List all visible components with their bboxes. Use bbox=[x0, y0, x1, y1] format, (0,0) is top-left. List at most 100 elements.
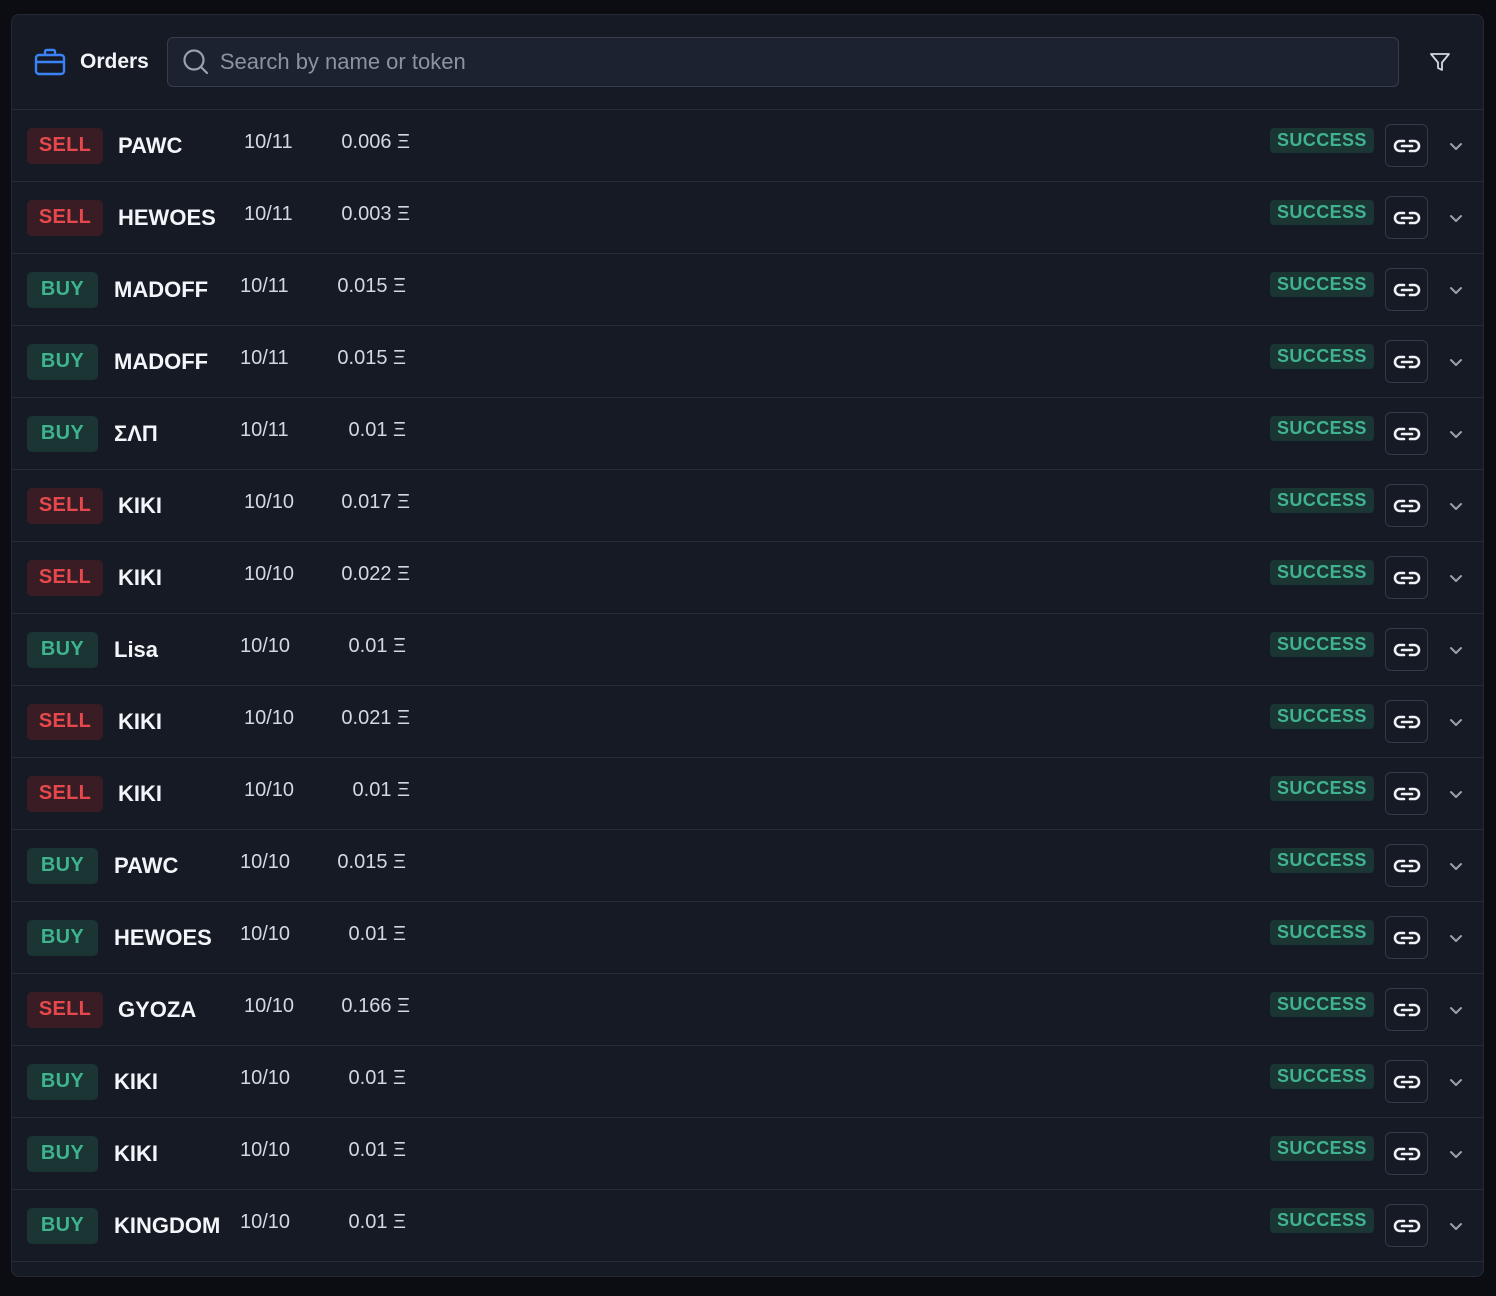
chevron-down-icon bbox=[1449, 718, 1463, 727]
status-badge: SUCCESS bbox=[1270, 416, 1374, 441]
link-button[interactable] bbox=[1385, 340, 1428, 383]
expand-button[interactable] bbox=[1444, 496, 1468, 516]
expand-button[interactable] bbox=[1444, 640, 1468, 660]
search-input[interactable] bbox=[219, 38, 1384, 86]
expand-button[interactable] bbox=[1444, 352, 1468, 372]
order-amount: 0.006 Ξ bbox=[341, 131, 410, 153]
status-badge: SUCCESS bbox=[1270, 1208, 1374, 1233]
orders-header: Orders bbox=[12, 15, 1483, 110]
link-button[interactable] bbox=[1385, 1204, 1428, 1247]
side-badge: SELL bbox=[27, 127, 103, 164]
link-icon bbox=[1393, 1145, 1421, 1163]
order-row[interactable]: BUY HEWOES 10/10 0.01 Ξ SUCCESS bbox=[12, 902, 1483, 974]
side-badge: BUY bbox=[27, 415, 98, 452]
link-icon bbox=[1393, 785, 1421, 803]
order-row[interactable]: SELL GYOZA 10/10 0.166 Ξ SUCCESS bbox=[12, 974, 1483, 1046]
expand-button[interactable] bbox=[1444, 1216, 1468, 1236]
side-badge: SELL bbox=[27, 487, 103, 524]
filter-icon[interactable] bbox=[1425, 47, 1455, 77]
order-amount: 0.01 Ξ bbox=[348, 419, 406, 441]
link-button[interactable] bbox=[1385, 628, 1428, 671]
order-date: 10/11 bbox=[240, 347, 289, 369]
expand-button[interactable] bbox=[1444, 568, 1468, 588]
expand-button[interactable] bbox=[1444, 712, 1468, 732]
status-badge: SUCCESS bbox=[1270, 992, 1374, 1017]
order-row[interactable]: BUY PAWC 10/10 0.015 Ξ SUCCESS bbox=[12, 830, 1483, 902]
status-badge: SUCCESS bbox=[1270, 344, 1374, 369]
link-icon bbox=[1393, 209, 1421, 227]
search-icon bbox=[182, 48, 210, 76]
link-button[interactable] bbox=[1385, 556, 1428, 599]
status-badge: SUCCESS bbox=[1270, 1136, 1374, 1161]
side-badge: BUY bbox=[27, 271, 98, 308]
order-row[interactable]: SELL KIKI 10/10 0.022 Ξ SUCCESS bbox=[12, 542, 1483, 614]
page-title: Orders bbox=[80, 50, 149, 73]
side-badge: BUY bbox=[27, 343, 98, 380]
chevron-down-icon bbox=[1449, 1222, 1463, 1231]
expand-button[interactable] bbox=[1444, 856, 1468, 876]
chevron-down-icon bbox=[1449, 358, 1463, 367]
side-badge: BUY bbox=[27, 1063, 98, 1100]
link-icon bbox=[1393, 1217, 1421, 1235]
order-row[interactable]: BUY KINGDOM 10/10 0.01 Ξ SUCCESS bbox=[12, 1190, 1483, 1262]
order-date: 10/10 bbox=[244, 491, 295, 513]
order-row[interactable]: SELL KIKI 10/10 0.01 Ξ SUCCESS bbox=[12, 758, 1483, 830]
expand-button[interactable] bbox=[1444, 928, 1468, 948]
order-date: 10/11 bbox=[244, 203, 293, 225]
order-row[interactable]: BUY KIKI 10/10 0.01 Ξ SUCCESS bbox=[12, 1046, 1483, 1118]
expand-button[interactable] bbox=[1444, 784, 1468, 804]
link-button[interactable] bbox=[1385, 916, 1428, 959]
expand-button[interactable] bbox=[1444, 1072, 1468, 1092]
token-name: HEWOES bbox=[118, 204, 216, 230]
status-badge: SUCCESS bbox=[1270, 560, 1374, 585]
link-icon bbox=[1393, 641, 1421, 659]
order-row[interactable]: SELL HEWOES 10/11 0.003 Ξ SUCCESS bbox=[12, 182, 1483, 254]
chevron-down-icon bbox=[1449, 1150, 1463, 1159]
order-row[interactable]: BUY ΣΛΠ 10/11 0.01 Ξ SUCCESS bbox=[12, 398, 1483, 470]
order-row[interactable]: BUY KIKI 10/10 0.01 Ξ SUCCESS bbox=[12, 1118, 1483, 1190]
order-date: 10/10 bbox=[240, 635, 291, 657]
order-row[interactable]: BUY Lisa 10/10 0.01 Ξ SUCCESS bbox=[12, 614, 1483, 686]
expand-button[interactable] bbox=[1444, 208, 1468, 228]
expand-button[interactable] bbox=[1444, 136, 1468, 156]
link-button[interactable] bbox=[1385, 844, 1428, 887]
chevron-down-icon bbox=[1449, 286, 1463, 295]
link-button[interactable] bbox=[1385, 1132, 1428, 1175]
order-date: 10/10 bbox=[240, 1067, 291, 1089]
expand-button[interactable] bbox=[1444, 424, 1468, 444]
token-name: MADOFF bbox=[114, 276, 209, 302]
status-badge: SUCCESS bbox=[1270, 200, 1374, 225]
order-row[interactable]: SELL KIKI 10/10 0.021 Ξ SUCCESS bbox=[12, 686, 1483, 758]
status-badge: SUCCESS bbox=[1270, 776, 1374, 801]
side-badge: SELL bbox=[27, 703, 103, 740]
order-amount: 0.015 Ξ bbox=[337, 347, 406, 369]
status-badge: SUCCESS bbox=[1270, 632, 1374, 657]
token-name: KIKI bbox=[118, 564, 162, 590]
order-row[interactable]: BUY MADOFF 10/11 0.015 Ξ SUCCESS bbox=[12, 254, 1483, 326]
order-date: 10/10 bbox=[244, 995, 295, 1017]
order-row[interactable]: BUY MADOFF 10/11 0.015 Ξ SUCCESS bbox=[12, 326, 1483, 398]
link-button[interactable] bbox=[1385, 484, 1428, 527]
expand-button[interactable] bbox=[1444, 280, 1468, 300]
link-button[interactable] bbox=[1385, 1060, 1428, 1103]
order-row[interactable]: SELL PAWC 10/11 0.006 Ξ SUCCESS bbox=[12, 110, 1483, 182]
link-icon bbox=[1393, 569, 1421, 587]
status-badge: SUCCESS bbox=[1270, 920, 1374, 945]
link-button[interactable] bbox=[1385, 772, 1428, 815]
link-button[interactable] bbox=[1385, 988, 1428, 1031]
order-amount: 0.01 Ξ bbox=[348, 635, 406, 657]
link-button[interactable] bbox=[1385, 196, 1428, 239]
search-box[interactable] bbox=[166, 37, 1399, 87]
order-row[interactable]: SELL KIKI 10/10 0.017 Ξ SUCCESS bbox=[12, 470, 1483, 542]
link-button[interactable] bbox=[1385, 268, 1428, 311]
link-button[interactable] bbox=[1385, 700, 1428, 743]
chevron-down-icon bbox=[1449, 934, 1463, 943]
order-amount: 0.015 Ξ bbox=[337, 851, 406, 873]
expand-button[interactable] bbox=[1444, 1000, 1468, 1020]
status-badge: SUCCESS bbox=[1270, 848, 1374, 873]
expand-button[interactable] bbox=[1444, 1144, 1468, 1164]
link-button[interactable] bbox=[1385, 412, 1428, 455]
chevron-down-icon bbox=[1449, 430, 1463, 439]
side-badge: BUY bbox=[27, 1135, 98, 1172]
link-button[interactable] bbox=[1385, 124, 1428, 167]
